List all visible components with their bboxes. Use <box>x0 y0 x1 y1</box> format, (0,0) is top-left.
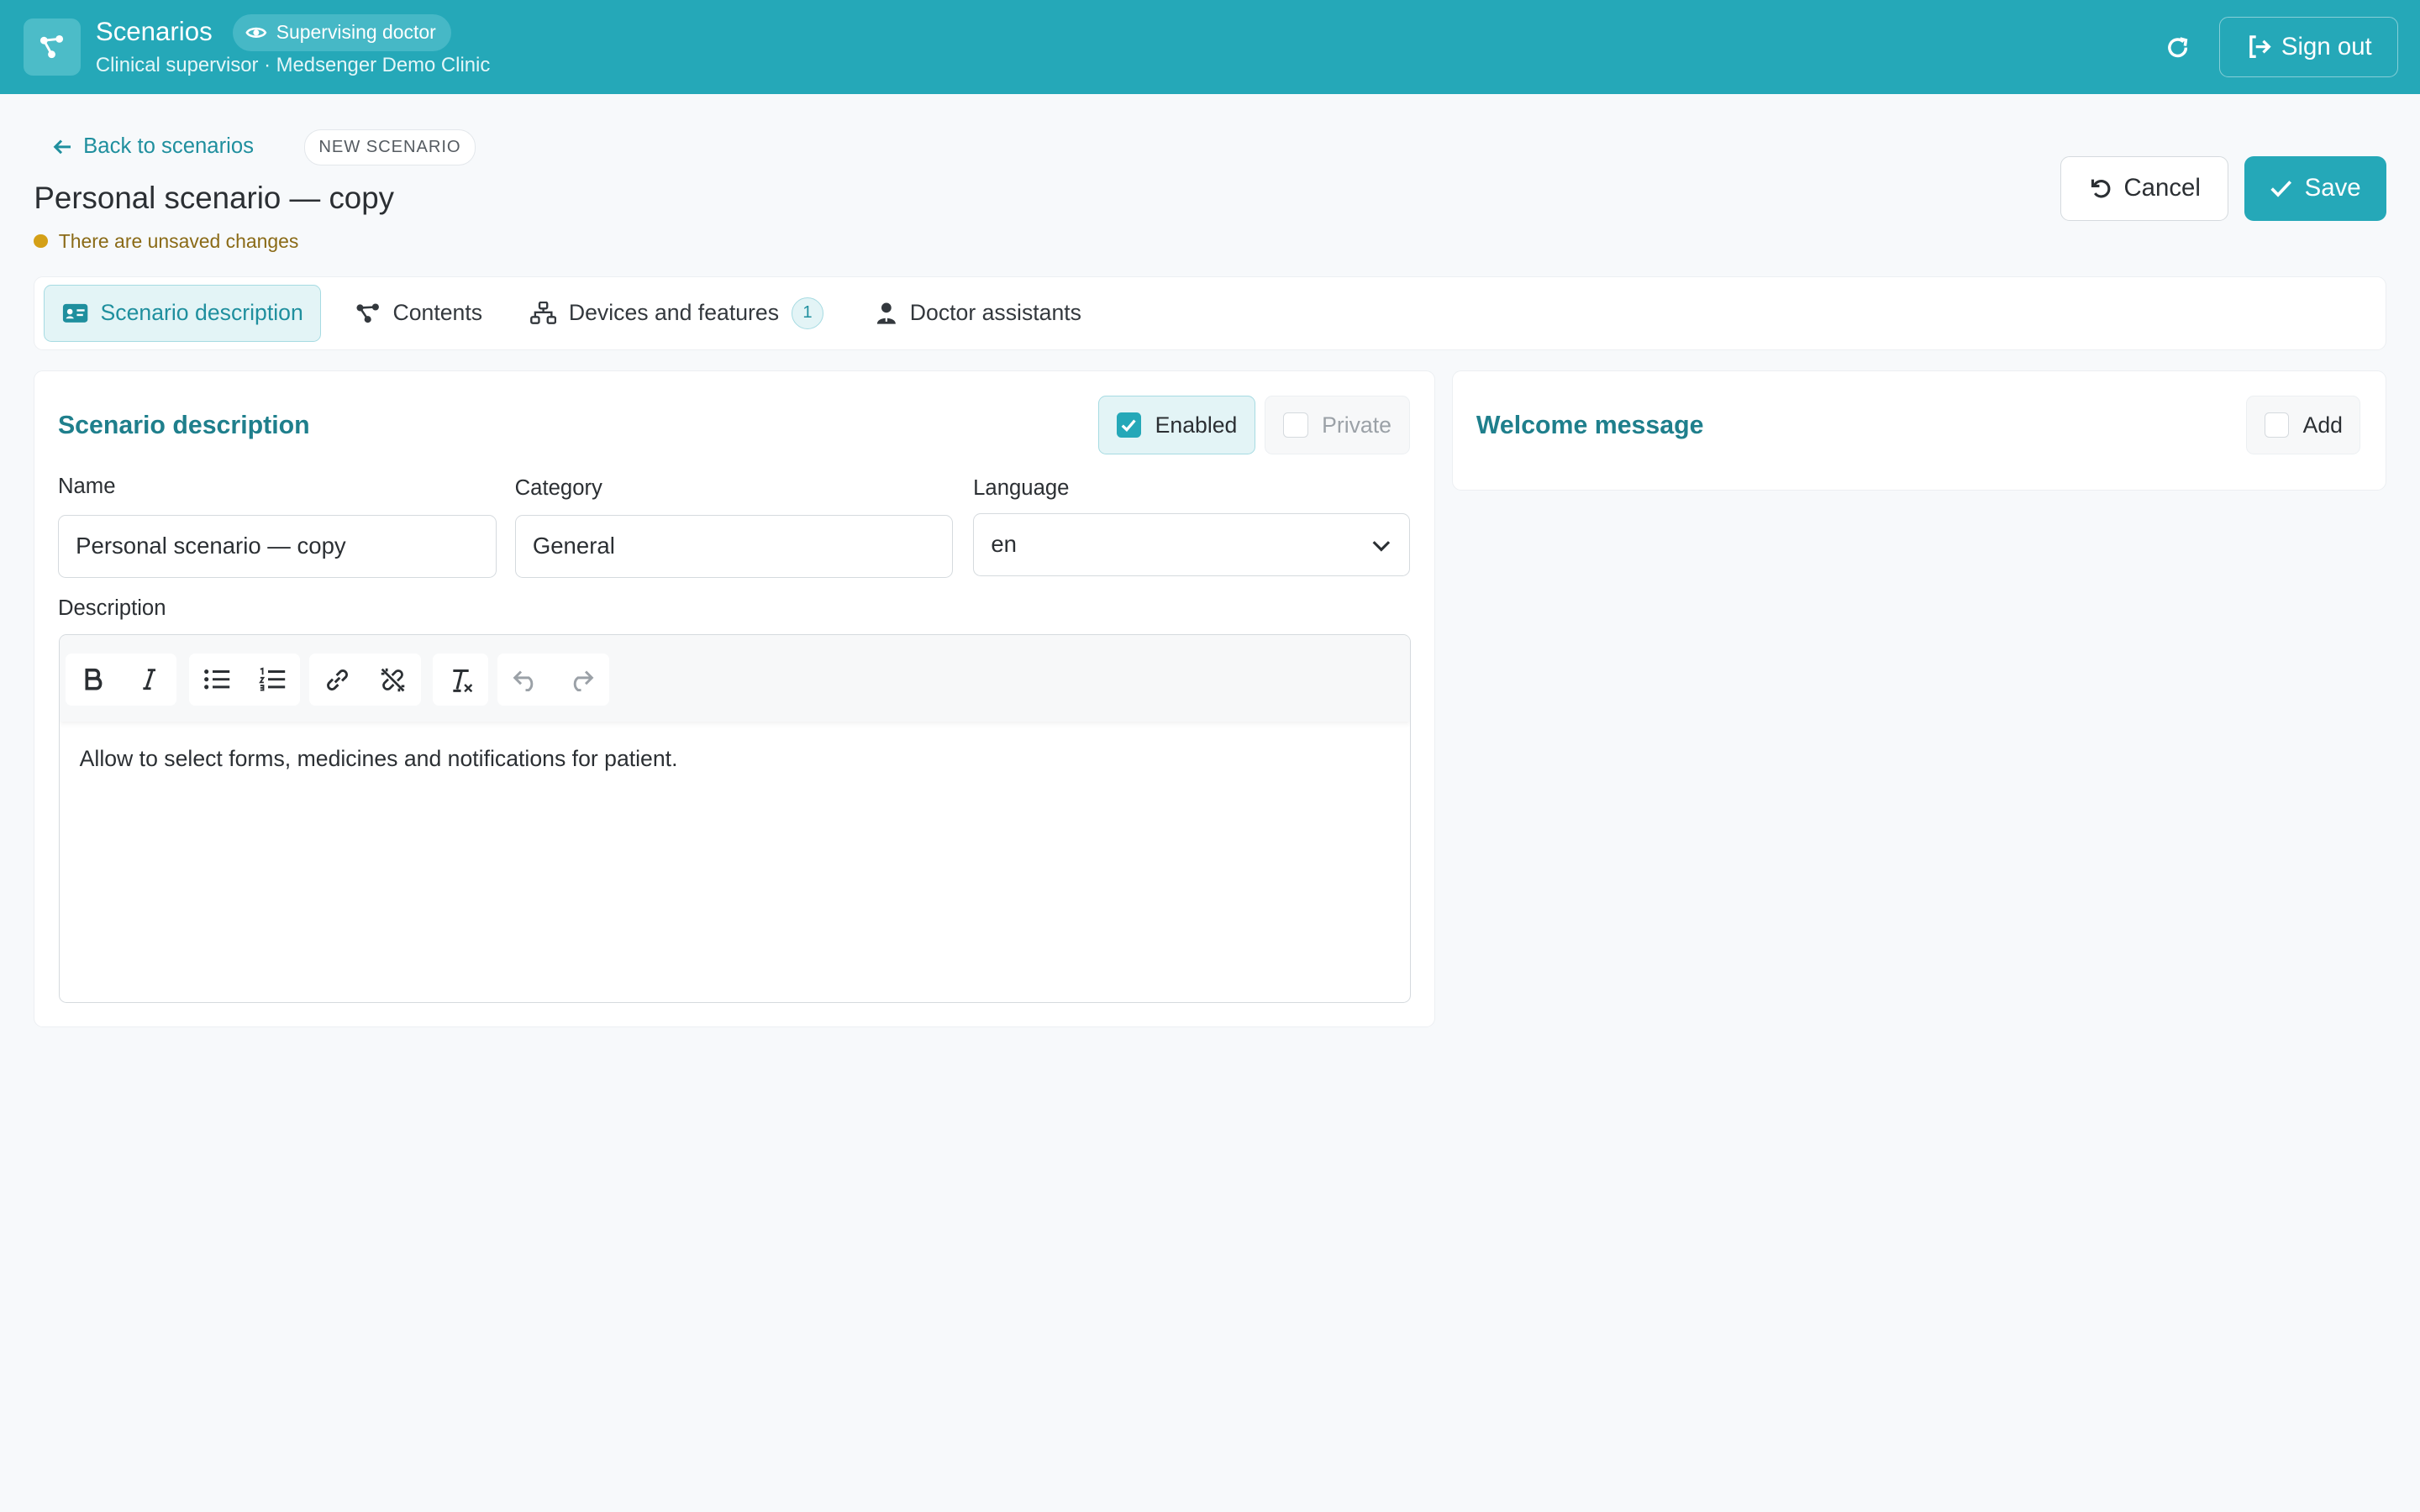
language-value: en <box>991 531 1017 558</box>
description-editor[interactable]: Allow to select forms, medicines and not… <box>58 633 1411 1003</box>
redo-icon <box>573 670 594 692</box>
bullet-list-icon <box>203 669 229 690</box>
save-button[interactable]: Save <box>2244 155 2386 221</box>
refresh-button[interactable] <box>2154 24 2201 71</box>
italic-button[interactable] <box>121 654 176 706</box>
bullet-list-button[interactable] <box>189 654 245 706</box>
description-label: Description <box>57 596 166 620</box>
cancel-label: Cancel <box>2123 174 2201 202</box>
tab-label: Devices and features <box>568 300 780 326</box>
count-badge: 1 <box>791 297 824 330</box>
link-button[interactable] <box>309 654 365 706</box>
chevron-down-icon <box>1372 540 1391 552</box>
save-label: Save <box>2304 174 2361 202</box>
clear-format-icon <box>453 669 473 692</box>
arrow-left-icon <box>54 139 71 154</box>
warning-dot-icon <box>34 234 48 249</box>
card-title: Welcome message <box>1476 411 1704 439</box>
scenario-logo-icon[interactable] <box>23 18 81 76</box>
bold-icon <box>85 669 103 690</box>
language-label: Language <box>973 475 1070 500</box>
private-toggle[interactable]: Private <box>1265 396 1410 454</box>
editor-content[interactable]: Allow to select forms, medicines and not… <box>80 746 678 772</box>
italic-icon <box>142 669 155 690</box>
refresh-icon <box>2168 37 2188 58</box>
unlink-button[interactable] <box>365 654 420 706</box>
top-bar: Scenarios Supervising doctor Clinical su… <box>0 0 2420 95</box>
numbered-list-icon <box>258 667 285 691</box>
list-group <box>189 653 301 706</box>
private-label: Private <box>1322 412 1392 438</box>
nodes-icon <box>356 303 380 323</box>
sign-out-label: Sign out <box>2281 33 2372 61</box>
clear-format-button[interactable] <box>433 654 488 706</box>
bold-button[interactable] <box>66 654 121 706</box>
back-to-scenarios-link[interactable]: Back to scenarios <box>52 131 254 162</box>
check-icon <box>2270 181 2292 197</box>
name-input[interactable]: Personal scenario — copy <box>57 514 497 578</box>
tab-scenario-description[interactable]: Scenario description <box>44 284 321 342</box>
tab-label: Contents <box>392 300 483 326</box>
checkbox-empty-icon <box>1283 412 1308 438</box>
tab-label: Scenario description <box>100 300 303 326</box>
role-badge-label: Supervising doctor <box>276 21 436 44</box>
checkbox-empty-icon <box>2264 412 2290 438</box>
user-doctor-icon <box>877 302 897 324</box>
sign-out-icon <box>2249 35 2271 59</box>
app-subtitle: Clinical supervisor · Medsenger Demo Cli… <box>95 54 491 77</box>
sign-out-button[interactable]: Sign out <box>2219 17 2399 77</box>
unsaved-indicator: There are unsaved changes <box>34 230 298 253</box>
checkbox-checked-icon <box>1116 412 1142 438</box>
tab-label: Doctor assistants <box>909 300 1081 326</box>
enabled-toggle[interactable]: Enabled <box>1097 396 1256 454</box>
tab-devices-and-features[interactable]: Devices and features 1 <box>513 285 841 342</box>
role-badge: Supervising doctor <box>233 13 452 51</box>
welcome-message-card: Welcome message Add <box>1452 370 2386 491</box>
link-icon <box>326 669 348 690</box>
unsaved-text: There are unsaved changes <box>58 229 299 252</box>
sitemap-icon <box>530 302 557 325</box>
add-label: Add <box>2302 412 2343 438</box>
new-scenario-badge: NEW SCENARIO <box>303 129 476 165</box>
add-welcome-toggle[interactable]: Add <box>2246 396 2361 454</box>
redo-button[interactable] <box>554 654 609 706</box>
format-group <box>66 653 177 706</box>
cancel-button[interactable]: Cancel <box>2060 155 2229 221</box>
back-link-label: Back to scenarios <box>83 134 255 158</box>
tab-contents[interactable]: Contents <box>339 285 499 342</box>
eye-icon <box>245 27 267 38</box>
clear-format-group <box>433 653 489 706</box>
page-title: Personal scenario — copy <box>34 180 395 215</box>
tab-bar: Scenario description Contents Devices an… <box>34 276 2386 350</box>
id-card-icon <box>62 303 87 323</box>
link-group <box>309 653 421 706</box>
numbered-list-button[interactable] <box>245 654 300 706</box>
undo-icon <box>2091 179 2111 198</box>
unlink-icon <box>381 668 405 691</box>
editor-toolbar <box>59 634 1410 722</box>
category-label: Category <box>514 475 602 500</box>
enabled-label: Enabled <box>1155 412 1238 438</box>
app-title: Scenarios <box>95 17 213 47</box>
name-label: Name <box>57 474 116 498</box>
tab-doctor-assistants[interactable]: Doctor assistants <box>859 285 1098 342</box>
undo-button[interactable] <box>497 654 553 706</box>
history-group <box>497 653 609 706</box>
card-title: Scenario description <box>57 411 310 439</box>
language-select[interactable]: en <box>973 512 1410 577</box>
category-input[interactable]: General <box>514 514 954 578</box>
undo-icon <box>513 670 534 692</box>
